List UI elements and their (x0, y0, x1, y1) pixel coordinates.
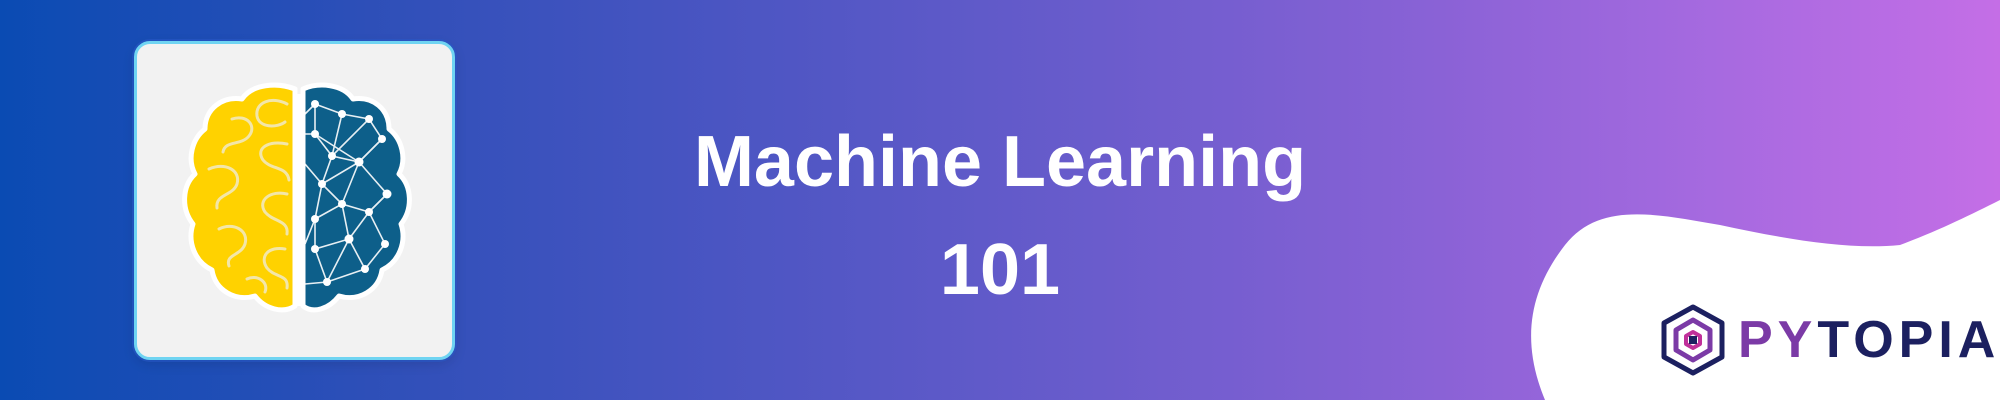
course-banner: Machine Learning 101 PYTOPIA (0, 0, 2000, 400)
pytopia-logo[interactable]: PYTOPIA (1658, 304, 1995, 376)
logo-wordmark: PYTOPIA (1738, 310, 2000, 370)
hexagon-logo-icon (1661, 304, 1725, 376)
logo-text: PYTOPIA (1738, 311, 2000, 369)
